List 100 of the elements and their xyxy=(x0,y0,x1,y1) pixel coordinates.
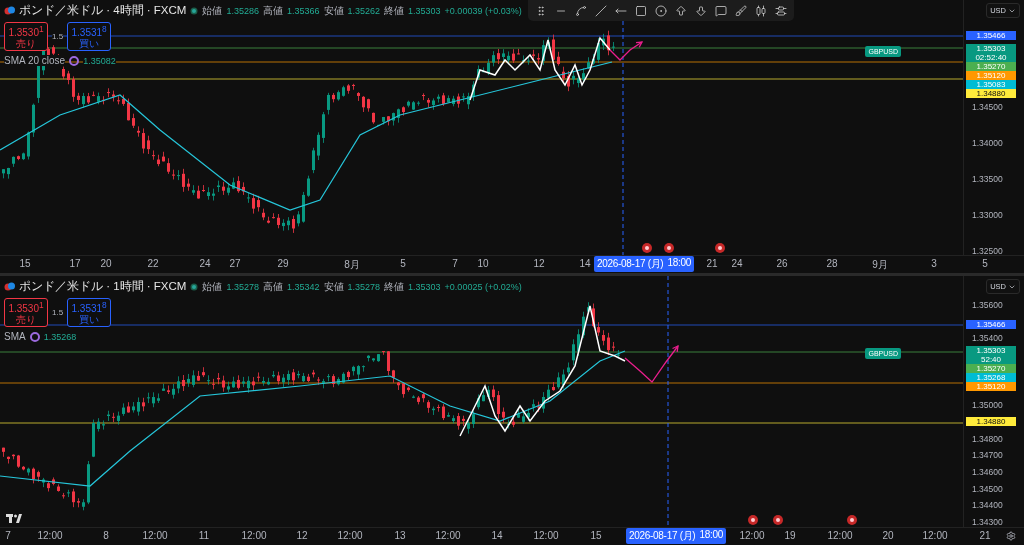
time-label: 8 xyxy=(103,530,109,541)
time-label: 21 xyxy=(979,530,991,541)
drag-handle-icon[interactable] xyxy=(535,4,547,17)
price-tick: 1.34500 xyxy=(972,483,1003,494)
price-tag: 1.35268 xyxy=(966,373,1016,382)
price-tag: 1.34880 xyxy=(966,89,1016,98)
time-label: 15 xyxy=(19,258,31,269)
time-label: 19 xyxy=(784,530,796,541)
ohlc-label: 始値 xyxy=(202,3,223,18)
speech-bubble-icon[interactable] xyxy=(715,4,727,17)
time-label: 27 xyxy=(229,258,241,269)
time-label: 22 xyxy=(147,258,159,269)
time-label: 12:00 xyxy=(337,530,363,541)
time-label: 26 xyxy=(776,258,788,269)
time-label: 14 xyxy=(491,530,503,541)
time-label: 24 xyxy=(199,258,211,269)
status-icon xyxy=(190,6,199,15)
indicator-name: SMA 20 close xyxy=(4,55,66,67)
price-change: +0.00025 (+0.02%) xyxy=(444,281,522,292)
price-tick: 1.33000 xyxy=(972,210,1003,220)
ohlc-value: 1.35262 xyxy=(347,5,381,16)
settings-icon[interactable] xyxy=(1006,531,1016,541)
time-label: 20 xyxy=(882,530,894,541)
currency-flags-icon xyxy=(4,6,15,15)
buy-button[interactable]: 1.3531$^{8}$ 買い xyxy=(67,298,112,328)
brush-icon[interactable] xyxy=(735,4,747,17)
time-label: 14 xyxy=(579,258,591,269)
indicator-icon xyxy=(29,331,40,342)
indicator-name: SMA xyxy=(4,331,26,343)
align-icon[interactable] xyxy=(775,4,787,17)
time-label: 24 xyxy=(731,258,743,269)
time-label: 21 xyxy=(706,258,718,269)
price-tag: 1.35466 xyxy=(966,31,1016,40)
wave-line-icon[interactable] xyxy=(575,4,587,17)
time-label: 12:00 xyxy=(241,530,267,541)
time-label: 7 xyxy=(5,530,11,541)
ohlc-label: 高値 xyxy=(262,3,283,18)
time-label: 13 xyxy=(394,530,406,541)
event-icon[interactable] xyxy=(773,515,783,525)
price-tag: 1.35270 xyxy=(966,364,1016,373)
price-change: +0.00039 (+0.03%) xyxy=(444,5,522,16)
indicator-value: 1.35268 xyxy=(43,331,77,342)
event-icon[interactable] xyxy=(642,243,652,253)
arrow-down-icon[interactable] xyxy=(695,4,707,17)
price-tick: 1.34500 xyxy=(972,102,1003,112)
ohlc-value: 1.35303 xyxy=(408,281,441,292)
time-label: 15 xyxy=(590,530,602,541)
ohlc-label: 終値 xyxy=(384,279,405,294)
projection-arrow xyxy=(624,344,679,383)
time-label: 10 xyxy=(477,258,489,269)
crosshair-time-label: 2026-08-17 (月) 18:00 xyxy=(594,256,694,272)
price-tag: 1.35303 52:40 xyxy=(966,346,1016,364)
price-tag: 1.35083 xyxy=(966,80,1016,89)
price-tick: 1.35000 xyxy=(972,400,1003,411)
time-label: 20 xyxy=(100,258,112,269)
price-tag: 1.35120 xyxy=(966,71,1016,80)
price-tick: 1.33500 xyxy=(972,174,1003,184)
price-tag: 1.35270 xyxy=(966,62,1016,71)
symbol-title: ポンド／米ドル · 4時間 · FXCM xyxy=(19,3,187,18)
ohlc-label: 終値 xyxy=(384,3,405,18)
event-icon[interactable] xyxy=(748,515,758,525)
time-label: 17 xyxy=(69,258,81,269)
price-tag: 1.34880 xyxy=(966,417,1016,426)
buy-button[interactable]: 1.3531$^{8}$ 買い xyxy=(67,22,112,52)
price-tick: 1.32500 xyxy=(972,246,1003,256)
arrow-up-icon[interactable] xyxy=(675,4,687,17)
spread-value: 1.5 xyxy=(52,32,64,42)
sell-button[interactable]: 1.3530$^{1}$ 売り xyxy=(4,22,48,52)
event-icon[interactable] xyxy=(664,243,674,253)
square-icon[interactable] xyxy=(635,4,647,17)
time-label: 12:00 xyxy=(922,530,948,541)
event-icon[interactable] xyxy=(847,515,857,525)
ohlc-value: 1.35278 xyxy=(347,281,381,292)
time-label: 11 xyxy=(198,530,210,541)
time-label: 12:00 xyxy=(37,530,63,541)
time-label: 3 xyxy=(931,258,937,269)
crosshair-time-label: 2026-08-17 (月) 18:00 xyxy=(626,528,726,544)
time-label: 8月 xyxy=(344,258,360,272)
time-label: 28 xyxy=(826,258,838,269)
distribute-icon[interactable] xyxy=(755,4,767,17)
time-label: 9月 xyxy=(872,258,888,272)
price-tick: 1.35400 xyxy=(972,333,1003,344)
ohlc-value: 1.35342 xyxy=(286,281,320,292)
ohlc-label: 始値 xyxy=(202,279,223,294)
price-tick: 1.34400 xyxy=(972,500,1003,511)
ohlc-label: 安値 xyxy=(323,279,344,294)
time-label: 12:00 xyxy=(142,530,168,541)
price-tick: 1.35600 xyxy=(972,300,1003,310)
sell-button[interactable]: 1.3530$^{1}$ 売り xyxy=(4,298,48,328)
ohlc-value: 1.35303 xyxy=(408,5,441,16)
indicator-icon xyxy=(69,55,80,66)
ohlc-label: 安値 xyxy=(323,3,344,18)
circle-dot-icon[interactable] xyxy=(655,4,667,17)
ohlc-value: 1.35366 xyxy=(286,5,320,16)
price-tick: 1.34700 xyxy=(972,450,1003,461)
diagonal-line-icon[interactable] xyxy=(595,4,607,17)
event-icon[interactable] xyxy=(715,243,725,253)
status-icon xyxy=(190,282,199,291)
price-tick: 1.34800 xyxy=(972,433,1003,444)
time-label: 12:00 xyxy=(739,530,765,541)
